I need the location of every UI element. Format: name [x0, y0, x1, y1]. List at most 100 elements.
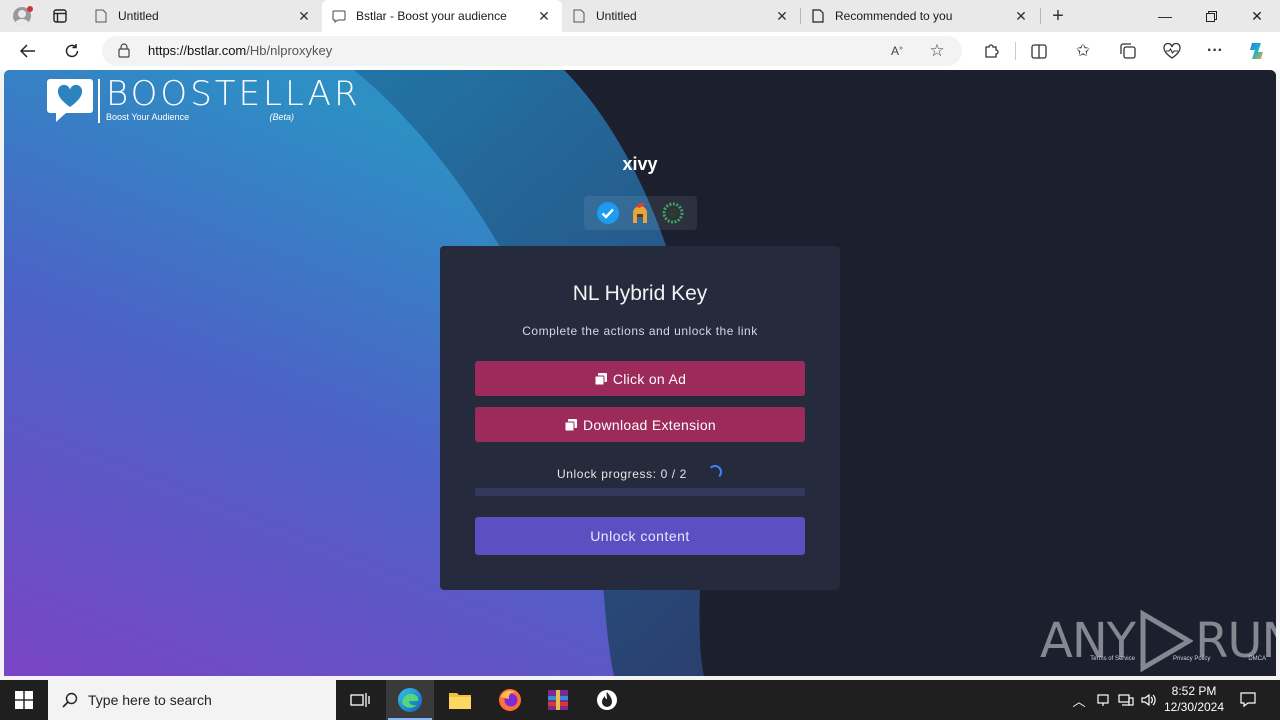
sandbox-app-button[interactable]	[583, 680, 631, 720]
tab-actions-button[interactable]	[46, 6, 74, 26]
boostellar-logo[interactable]: BOOSTELLAR Boost Your Audience (Beta)	[46, 77, 361, 123]
copy-icon	[564, 418, 577, 431]
unlock-content-button[interactable]: Unlock content	[475, 517, 805, 555]
network-icon	[1118, 694, 1134, 706]
winrar-button[interactable]	[534, 680, 582, 720]
close-tab-icon[interactable]: ✕	[774, 8, 790, 24]
refresh-icon	[65, 44, 79, 58]
download-extension-button[interactable]: Download Extension	[475, 407, 805, 442]
collections-icon	[1120, 43, 1136, 59]
card-subtitle: Complete the actions and unlock the link	[522, 324, 758, 338]
page-viewport: BOOSTELLAR Boost Your Audience (Beta) xi…	[4, 70, 1276, 676]
unlock-card: NL Hybrid Key Complete the actions and u…	[440, 246, 840, 590]
document-icon	[811, 8, 825, 24]
logo-beta: (Beta)	[269, 112, 294, 122]
url-host: https://bstlar.com	[148, 43, 247, 58]
url-path: /Hb/nlproxykey	[246, 43, 333, 58]
back-button[interactable]	[14, 37, 42, 65]
anyrun-watermark: ANY RUN	[1040, 610, 1276, 672]
puzzle-icon	[985, 44, 999, 58]
clock-date: 12/30/2024	[1163, 700, 1225, 714]
notifications-button[interactable]	[1234, 680, 1262, 720]
tab-bstlar[interactable]: Bstlar - Boost your audience ✕	[322, 0, 562, 32]
extensions-button[interactable]	[980, 41, 1002, 61]
close-icon: ✕	[1251, 7, 1263, 24]
page-icon	[572, 8, 586, 24]
tab-strip: Untitled ✕ Bstlar - Boost your audience …	[0, 0, 1280, 32]
start-button[interactable]	[0, 680, 48, 720]
profile-username: xivy	[622, 154, 658, 174]
profile-button[interactable]	[8, 4, 36, 28]
close-tab-icon[interactable]: ✕	[296, 8, 312, 24]
tab-label: Recommended to you	[835, 9, 953, 23]
file-explorer-button[interactable]	[436, 680, 484, 720]
url-text[interactable]: https://bstlar.com/Hb/nlproxykey	[148, 43, 332, 58]
security-tray-button[interactable]	[1093, 680, 1113, 720]
minimize-button[interactable]: —	[1142, 0, 1188, 32]
task-view-button[interactable]	[336, 680, 384, 720]
volume-tray-button[interactable]	[1139, 680, 1159, 720]
close-tab-icon[interactable]: ✕	[1013, 8, 1029, 24]
plus-icon: +	[1052, 4, 1064, 27]
tab-separator	[1040, 8, 1041, 24]
lock-icon[interactable]	[118, 43, 130, 58]
show-hidden-icons-button[interactable]: ︿	[1068, 680, 1090, 720]
split-screen-icon	[1031, 43, 1047, 59]
favorites-button[interactable]: ✩	[1072, 41, 1094, 61]
navigation-bar: https://bstlar.com/Hb/nlproxykey A» ☆ ✩ …	[0, 32, 1280, 70]
close-window-button[interactable]: ✕	[1234, 0, 1280, 32]
play-triangle-icon	[1140, 610, 1194, 672]
logo-text: BOOSTELLAR Boost Your Audience (Beta)	[106, 77, 361, 122]
logo-divider	[98, 79, 100, 123]
new-tab-button[interactable]: +	[1046, 4, 1070, 28]
toolbar-separator	[1015, 42, 1016, 60]
back-arrow-icon	[20, 44, 35, 58]
star-icon: ☆	[929, 41, 945, 60]
settings-menu-button[interactable]: ···	[1204, 41, 1226, 61]
tab-untitled-1[interactable]: Untitled ✕	[84, 0, 322, 32]
download-extension-label: Download Extension	[582, 416, 717, 433]
watermark-right: RUN	[1195, 613, 1276, 669]
restore-icon	[1205, 10, 1217, 22]
restore-button[interactable]	[1188, 0, 1234, 32]
click-on-ad-label: Click on Ad	[612, 370, 687, 387]
copy-icon	[594, 372, 607, 385]
watermark-left: ANY	[1040, 613, 1136, 669]
copilot-icon	[1250, 43, 1263, 59]
browser-essentials-button[interactable]	[1161, 41, 1183, 61]
firefox-icon	[499, 689, 521, 711]
firefox-button[interactable]	[486, 680, 534, 720]
speaker-icon	[1141, 693, 1156, 707]
winrar-icon	[548, 690, 568, 710]
read-aloud-icon: A»	[891, 44, 903, 58]
page-icon	[94, 8, 108, 24]
tab-label: Untitled	[596, 9, 637, 23]
device-tray-icon	[1097, 694, 1109, 706]
tab-recommended[interactable]: Recommended to you ✕	[801, 0, 1039, 32]
collections-button[interactable]	[1117, 41, 1139, 61]
unlock-progress-bar	[475, 488, 805, 496]
refresh-button[interactable]	[58, 37, 86, 65]
address-bar[interactable]: https://bstlar.com/Hb/nlproxykey A» ☆	[102, 36, 962, 66]
edge-taskbar-button[interactable]	[386, 680, 434, 720]
more-options-icon: ···	[1207, 42, 1223, 59]
taskbar-search-box[interactable]: Type here to search	[48, 680, 336, 720]
flame-icon	[597, 690, 617, 710]
verified-badge-icon	[596, 201, 620, 225]
tab-label: Bstlar - Boost your audience	[356, 9, 507, 23]
bstlar-favicon-icon	[332, 8, 346, 24]
close-tab-icon[interactable]: ✕	[536, 8, 552, 24]
copilot-button[interactable]	[1246, 41, 1268, 61]
search-icon	[62, 692, 78, 708]
profile-badges	[584, 196, 697, 230]
click-on-ad-button[interactable]: Click on Ad	[475, 361, 805, 396]
favorite-button[interactable]: ☆	[928, 41, 946, 60]
card-title: NL Hybrid Key	[572, 282, 708, 305]
search-placeholder: Type here to search	[88, 692, 212, 708]
read-aloud-button[interactable]: A»	[888, 42, 906, 60]
tab-untitled-2[interactable]: Untitled ✕	[562, 0, 800, 32]
network-tray-button[interactable]	[1116, 680, 1136, 720]
system-clock[interactable]: 8:52 PM 12/30/2024	[1160, 683, 1228, 715]
notification-icon	[1240, 692, 1256, 708]
split-screen-button[interactable]	[1028, 41, 1050, 61]
